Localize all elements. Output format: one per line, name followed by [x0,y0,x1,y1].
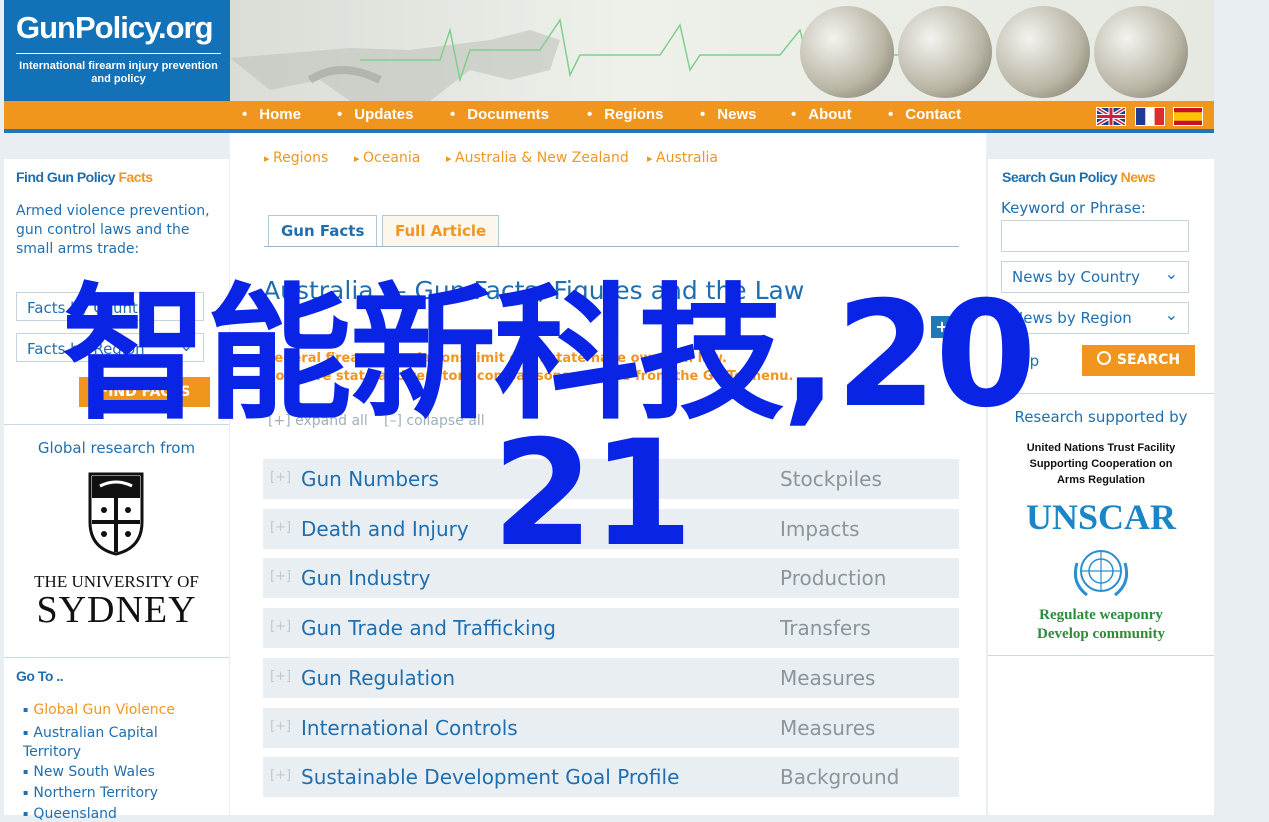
logo-tagline: International firearm injury prevention … [19,60,218,85]
find-title-part: Find Gun Policy [16,169,119,185]
site-header: GunPolicy.org International firearm inju… [4,0,1214,101]
global-research-label: Global research from [37,439,196,457]
university-crest-icon [88,472,144,556]
overlay-caption-line-1: 智能新科技,20 [62,270,1037,440]
globe-icon [800,6,894,98]
un-emblem-icon [1073,550,1129,597]
nav-news[interactable]: News [700,106,756,123]
section-name: Death and Injury [301,517,469,541]
expand-icon: [+] [270,569,292,584]
section-name: Gun Industry [301,566,431,590]
right-sidebar: Search Gun Policy News Keyword or Phrase… [988,159,1214,815]
section-category: Measures [780,716,876,740]
university-of-sydney-logo[interactable]: THE UNIVERSITY OF SYDNEY [24,464,209,639]
expand-icon: [+] [270,520,292,535]
globe-icon [898,6,992,98]
logo-divider [16,53,221,54]
section-category: Transfers [780,616,871,640]
search-title-part: Search Gun Policy [1002,169,1121,185]
globe-icon [1094,6,1188,98]
expand-icon: [+] [270,470,292,485]
section-category: Background [780,765,900,789]
section-category: Production [780,566,887,590]
slogan-line-1: Regulate weaponry [1039,607,1163,623]
nav-updates[interactable]: Updates [337,106,413,123]
search-button[interactable]: SEARCH [1082,345,1195,376]
goto-item-qld[interactable]: Queensland [23,806,117,822]
logo-text: GunPolicy.org [16,10,214,45]
uk-flag-icon[interactable] [1096,107,1126,126]
goto-title: Go To .. [16,668,64,684]
france-flag-icon[interactable] [1135,107,1165,126]
section-row[interactable]: [+] Sustainable Development Goal Profile B… [263,757,959,797]
section-category: Impacts [780,517,860,541]
find-title-highlight: Facts [118,169,153,185]
section-name: Gun Trade and Trafficking [301,616,556,640]
spain-flag-icon[interactable] [1173,107,1203,126]
section-row[interactable]: [+] International Controls Measures [263,708,959,748]
search-button-label: SEARCH [1116,352,1181,368]
find-facts-title: Find Gun Policy Facts [16,169,153,185]
section-name: International Controls [301,716,518,740]
slogan-line-2: Develop community [1037,626,1165,642]
right-divider-2 [988,655,1214,656]
un-trust-text: United Nations Trust Facility Supporting… [1026,442,1176,486]
goto-item-nsw[interactable]: New South Wales [23,764,154,780]
section-row[interactable]: [+] Gun Regulation Measures [263,658,959,698]
breadcrumb-australia[interactable]: Australia [647,150,718,166]
nav-contact[interactable]: Contact [888,106,961,123]
globe-icon [996,6,1090,98]
main-nav: Home Updates Documents Regions News Abou… [4,101,1214,129]
left-sidebar: Find Gun Policy Facts Armed violence pre… [4,159,229,822]
nav-documents[interactable]: Documents [450,106,549,123]
header-banner [230,0,1214,101]
breadcrumb-regions[interactable]: Regions [264,150,328,166]
unscar-logo-text[interactable]: UNSCAR [988,496,1214,538]
expand-icon: [+] [270,719,292,734]
expand-icon: [+] [270,669,292,684]
expand-icon: [+] [270,768,292,783]
section-name: Sustainable Development Goal Profile [301,765,680,789]
search-news-title: Search Gun Policy News [1002,169,1156,185]
expand-icon: [+] [270,619,292,634]
magnifier-icon [1096,351,1111,365]
overlay-caption-line-2: 21 [492,409,693,579]
goto-item-nt[interactable]: Northern Territory [23,785,158,801]
section-row[interactable]: [+] Gun Trade and Trafficking Transfers [263,608,959,648]
keyword-label: Keyword or Phrase: [1001,199,1146,217]
keyword-input[interactable] [1001,220,1189,252]
goto-item-act[interactable]: Australian Capital Territory [23,723,203,762]
breadcrumb-anz[interactable]: Australia & New Zealand [446,150,629,166]
site-logo[interactable]: GunPolicy.org International firearm inju… [4,0,230,101]
section-category: Stockpiles [780,467,882,491]
nav-about[interactable]: About [791,106,851,123]
search-title-highlight: News [1120,169,1156,185]
find-facts-description: Armed violence prevention, gun control l… [16,203,210,257]
tab-full-article[interactable]: Full Article [382,215,500,246]
tab-gun-facts[interactable]: Gun Facts [268,215,378,247]
breadcrumb-oceania[interactable]: Oceania [354,150,420,166]
section-name: Gun Numbers [301,467,439,491]
univ-line-2: SYDNEY [36,589,197,631]
left-divider-2 [4,657,229,658]
tab-underline [264,246,959,247]
nav-regions[interactable]: Regions [587,106,663,123]
goto-item-global[interactable]: Global Gun Violence [23,702,175,718]
section-name: Gun Regulation [301,666,456,690]
nav-home[interactable]: Home [242,106,301,123]
section-category: Measures [780,666,876,690]
